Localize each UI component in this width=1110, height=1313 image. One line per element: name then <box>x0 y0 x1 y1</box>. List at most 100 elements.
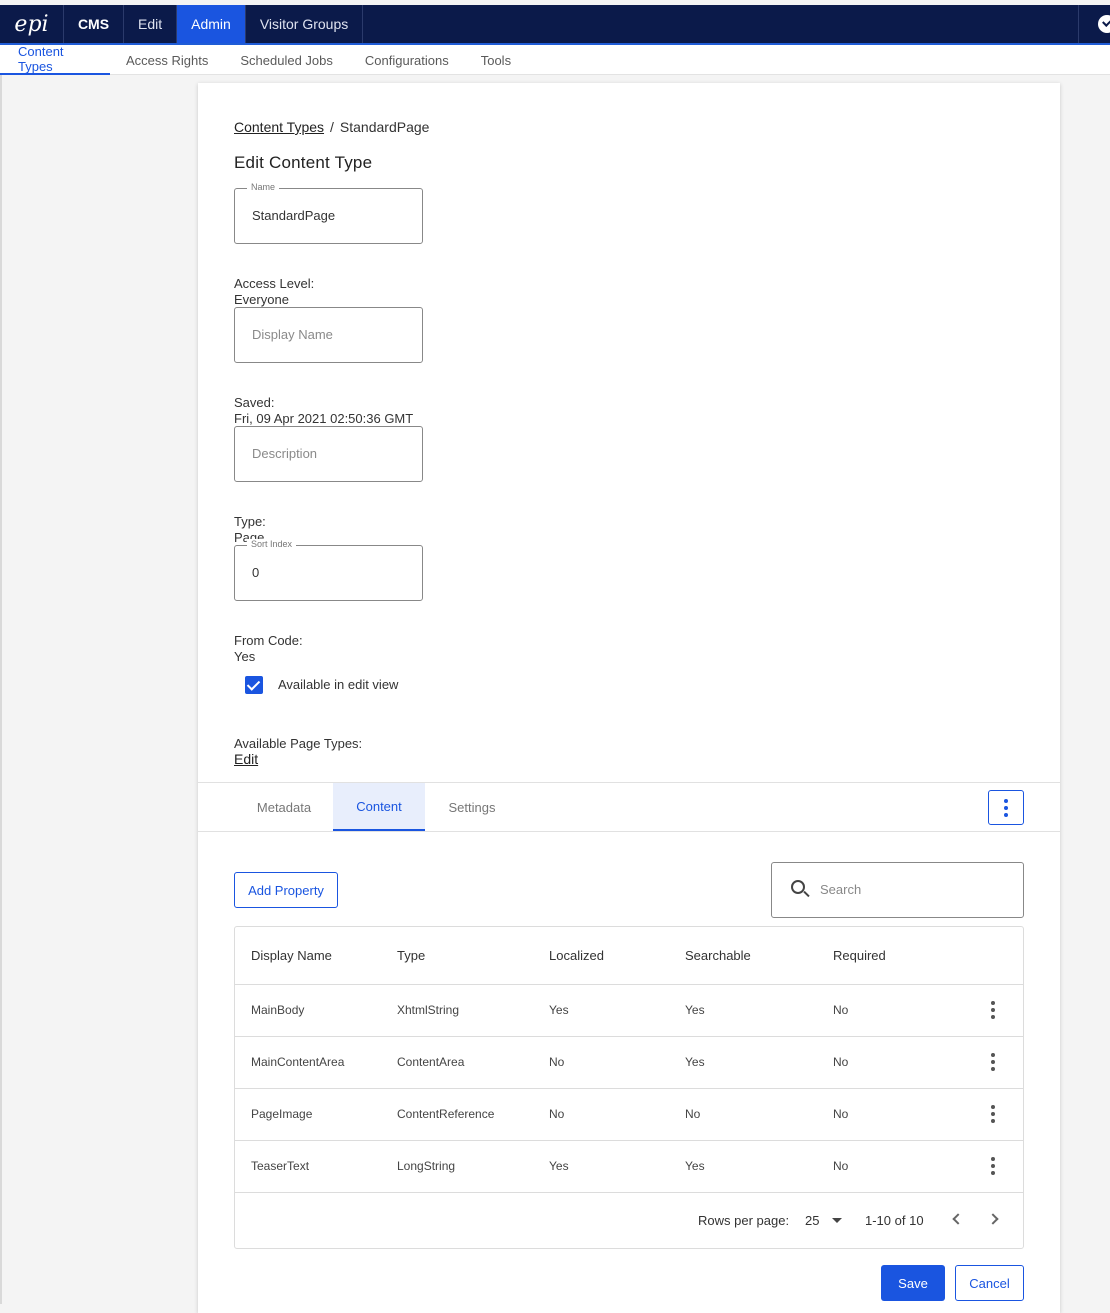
cell-required: No <box>833 984 963 1037</box>
cell-display-name: PageImage <box>235 1088 397 1141</box>
property-search-box[interactable] <box>771 862 1024 918</box>
cell-required: No <box>833 1036 963 1089</box>
cell-display-name: MainContentArea <box>235 1036 397 1089</box>
table-row[interactable]: MainContentArea ContentArea No Yes No <box>235 1036 1023 1089</box>
more-options-icon <box>1004 798 1008 803</box>
topnav-edit[interactable]: Edit <box>124 5 178 43</box>
name-input[interactable] <box>250 207 410 224</box>
left-edge-divider <box>0 75 2 1304</box>
cell-localized: No <box>549 1088 685 1141</box>
cell-searchable: No <box>685 1088 833 1141</box>
more-options-icon-dot <box>1004 812 1008 817</box>
subnav-content-types[interactable]: Content Types <box>0 44 110 75</box>
subnav-access-rights[interactable]: Access Rights <box>110 45 224 75</box>
name-field[interactable]: Name <box>234 182 423 244</box>
cell-required: No <box>833 1140 963 1193</box>
admin-subnav: Content Types Access Rights Scheduled Jo… <box>0 44 1110 75</box>
cell-searchable: Yes <box>685 1140 833 1193</box>
search-icon <box>791 880 805 894</box>
cell-type: ContentArea <box>397 1036 549 1089</box>
add-property-button[interactable]: Add Property <box>234 872 338 908</box>
col-type[interactable]: Type <box>397 927 549 985</box>
cell-localized: No <box>549 1036 685 1089</box>
cell-type: LongString <box>397 1140 549 1193</box>
description-input[interactable] <box>250 445 410 462</box>
row-menu-cell <box>963 984 1023 1037</box>
cell-display-name: MainBody <box>235 984 397 1037</box>
cancel-button[interactable]: Cancel <box>955 1265 1024 1301</box>
cms-product-label[interactable]: CMS <box>64 5 124 43</box>
row-menu-icon[interactable] <box>991 1001 995 1019</box>
topnav-admin[interactable]: Admin <box>177 5 246 43</box>
more-options-button[interactable] <box>988 790 1024 825</box>
breadcrumb: Content Types / StandardPage <box>234 119 429 135</box>
breadcrumb-current: StandardPage <box>339 119 430 135</box>
saved-value: Fri, 09 Apr 2021 02:50:36 GMT <box>234 411 414 426</box>
subnav-tools[interactable]: Tools <box>465 45 527 75</box>
content-type-tabs: Metadata Content Settings <box>198 782 1060 832</box>
chevron-right-icon[interactable] <box>987 1213 999 1225</box>
from-code-value: Yes <box>234 649 256 664</box>
col-searchable[interactable]: Searchable <box>685 927 833 985</box>
user-menu-icon[interactable] <box>1098 15 1110 33</box>
cell-display-name: TeaserText <box>235 1140 397 1193</box>
edit-content-type-panel: Content Types / StandardPage Edit Content … <box>198 83 1060 1313</box>
available-page-types-label: Available Page Types: <box>234 736 363 751</box>
cell-type: ContentReference <box>397 1088 549 1141</box>
pagination-range: 1-10 of 10 <box>865 1212 924 1228</box>
available-page-types-edit-link[interactable]: Edit <box>234 751 258 767</box>
row-menu-cell <box>963 1140 1023 1193</box>
tab-metadata[interactable]: Metadata <box>234 783 334 831</box>
tab-settings[interactable]: Settings <box>425 783 519 831</box>
row-menu-icon[interactable] <box>991 1157 995 1175</box>
breadcrumb-separator: / <box>330 119 334 135</box>
display-name-input[interactable] <box>250 326 410 343</box>
description-field[interactable] <box>234 426 423 482</box>
sort-index-label: Sort Index <box>247 539 297 549</box>
cell-required: No <box>833 1088 963 1141</box>
cell-type: XhtmlString <box>397 984 549 1037</box>
table-row[interactable]: TeaserText LongString Yes Yes No <box>235 1140 1023 1193</box>
access-level-value: Everyone <box>234 292 289 307</box>
cell-searchable: Yes <box>685 984 833 1037</box>
col-required[interactable]: Required <box>833 927 963 985</box>
name-field-label: Name <box>247 182 280 192</box>
col-display-name[interactable]: Display Name <box>235 927 397 985</box>
chevron-down-icon[interactable] <box>832 1218 842 1223</box>
cell-searchable: Yes <box>685 1036 833 1089</box>
row-menu-icon[interactable] <box>991 1105 995 1123</box>
table-row[interactable]: MainBody XhtmlString Yes Yes No <box>235 984 1023 1037</box>
row-menu-icon[interactable] <box>991 1053 995 1071</box>
search-input[interactable] <box>818 881 1008 898</box>
subnav-scheduled-jobs[interactable]: Scheduled Jobs <box>224 45 349 75</box>
topnav-visitor-groups[interactable]: Visitor Groups <box>246 5 364 43</box>
type-label: Type: <box>234 514 266 529</box>
available-edit-view-label: Available in edit view <box>278 677 399 692</box>
col-localized[interactable]: Localized <box>549 927 685 985</box>
rows-per-page-select[interactable]: 25 <box>805 1213 819 1228</box>
row-menu-cell <box>963 1088 1023 1141</box>
cell-localized: Yes <box>549 984 685 1037</box>
more-options-icon-dot <box>1004 805 1008 810</box>
sort-index-input[interactable] <box>250 564 410 581</box>
save-button[interactable]: Save <box>881 1265 945 1301</box>
epi-logo[interactable]: epi <box>0 5 64 43</box>
table-row[interactable]: PageImage ContentReference No No No <box>235 1088 1023 1141</box>
tab-content[interactable]: Content <box>333 783 425 831</box>
access-level-label: Access Level: <box>234 276 315 291</box>
col-actions <box>963 927 1023 985</box>
display-name-field[interactable] <box>234 307 423 363</box>
top-right-area <box>1078 5 1110 43</box>
table-header-row: Display Name Type Localized Searchable R… <box>235 927 1023 985</box>
available-edit-view-checkbox[interactable] <box>245 676 263 694</box>
row-menu-cell <box>963 1036 1023 1089</box>
chevron-left-icon[interactable] <box>952 1213 964 1225</box>
saved-label: Saved: <box>234 395 275 410</box>
from-code-label: From Code: <box>234 633 303 648</box>
breadcrumb-content-types-link[interactable]: Content Types <box>234 119 324 135</box>
rows-per-page-label: Rows per page: <box>698 1212 790 1228</box>
subnav-configurations[interactable]: Configurations <box>349 45 465 75</box>
page-title: Edit Content Type <box>234 153 373 172</box>
properties-table: Display Name Type Localized Searchable R… <box>234 926 1024 1249</box>
sort-index-field[interactable]: Sort Index <box>234 539 423 601</box>
